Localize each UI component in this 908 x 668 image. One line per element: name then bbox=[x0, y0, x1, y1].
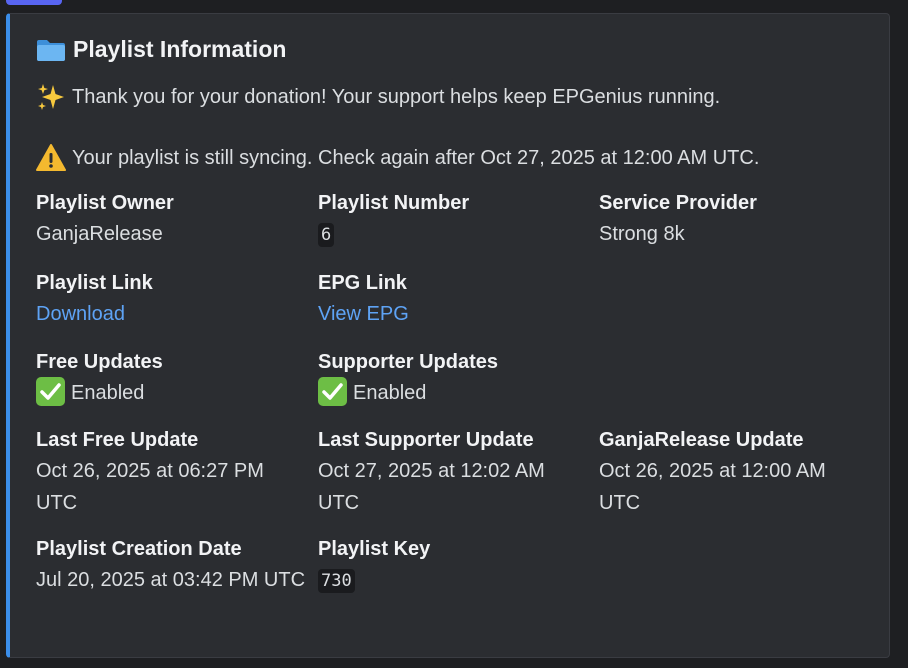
field-value: Strong 8k bbox=[599, 223, 685, 245]
field-value: Oct 27, 2025 at 12:02 AM UTC bbox=[318, 460, 545, 514]
field-name: EPG Link bbox=[318, 272, 407, 294]
field-value: Enabled bbox=[353, 382, 427, 404]
field-value: Enabled bbox=[71, 382, 145, 404]
field-name: Playlist Number bbox=[318, 192, 470, 214]
field-value: Oct 26, 2025 at 12:00 AM UTC bbox=[599, 460, 826, 514]
check-mark-icon bbox=[36, 377, 65, 406]
field-free-updates: Free Updates Enabled bbox=[36, 347, 306, 409]
inline-code: 6 bbox=[318, 223, 335, 247]
previous-message-fragment bbox=[0, 0, 68, 6]
field-value: Oct 26, 2025 at 06:27 PM UTC bbox=[36, 460, 264, 514]
playlist-embed: Playlist Information Thank you for your … bbox=[6, 13, 890, 658]
folder-icon bbox=[37, 39, 65, 61]
download-link[interactable]: Download bbox=[36, 298, 306, 330]
check-mark-icon bbox=[318, 377, 347, 406]
warning-icon bbox=[36, 144, 66, 171]
field-playlist-owner: Playlist Owner GanjaRelease bbox=[36, 188, 306, 250]
field-name: Playlist Owner bbox=[36, 192, 174, 214]
syncing-text: Your playlist is still syncing. Check ag… bbox=[72, 146, 760, 169]
field-name: Free Updates bbox=[36, 351, 163, 373]
field-name: Last Supporter Update bbox=[318, 429, 534, 451]
field-supporter-updates: Supporter Updates Enabled bbox=[318, 347, 588, 409]
field-last-free-update: Last Free Update Oct 26, 2025 at 06:27 P… bbox=[36, 425, 306, 519]
field-playlist-key: Playlist Key 730 bbox=[318, 534, 588, 596]
field-playlist-number: Playlist Number 6 bbox=[318, 188, 588, 250]
field-name: Playlist Creation Date bbox=[36, 538, 242, 560]
field-value: Jul 20, 2025 at 03:42 PM UTC bbox=[36, 569, 306, 591]
field-name: Playlist Key bbox=[318, 538, 431, 560]
inline-code: 730 bbox=[318, 569, 355, 593]
field-value: GanjaRelease bbox=[36, 223, 163, 245]
syncing-line: Your playlist is still syncing. Check ag… bbox=[36, 143, 759, 173]
field-last-supporter-update: Last Supporter Update Oct 27, 2025 at 12… bbox=[318, 425, 588, 519]
field-service-provider: Service Provider Strong 8k bbox=[599, 188, 869, 250]
field-ganjarelease-update: GanjaRelease Update Oct 26, 2025 at 12:0… bbox=[599, 425, 869, 519]
sparkles-icon bbox=[38, 84, 64, 110]
embed-title: Playlist Information bbox=[36, 36, 286, 63]
field-name: Supporter Updates bbox=[318, 351, 499, 373]
mention-pill bbox=[6, 0, 62, 5]
field-name: GanjaRelease Update bbox=[599, 429, 804, 451]
field-playlist-creation-date: Playlist Creation Date Jul 20, 2025 at 0… bbox=[36, 534, 306, 596]
donation-line: Thank you for your donation! Your suppor… bbox=[36, 82, 720, 112]
field-playlist-link: Playlist Link Download bbox=[36, 268, 306, 330]
field-name: Service Provider bbox=[599, 192, 757, 214]
donation-text: Thank you for your donation! Your suppor… bbox=[72, 85, 721, 108]
field-epg-link: EPG Link View EPG bbox=[318, 268, 588, 330]
view-epg-link[interactable]: View EPG bbox=[318, 298, 588, 330]
embed-title-text: Playlist Information bbox=[73, 36, 287, 62]
field-name: Playlist Link bbox=[36, 272, 153, 294]
field-name: Last Free Update bbox=[36, 429, 199, 451]
